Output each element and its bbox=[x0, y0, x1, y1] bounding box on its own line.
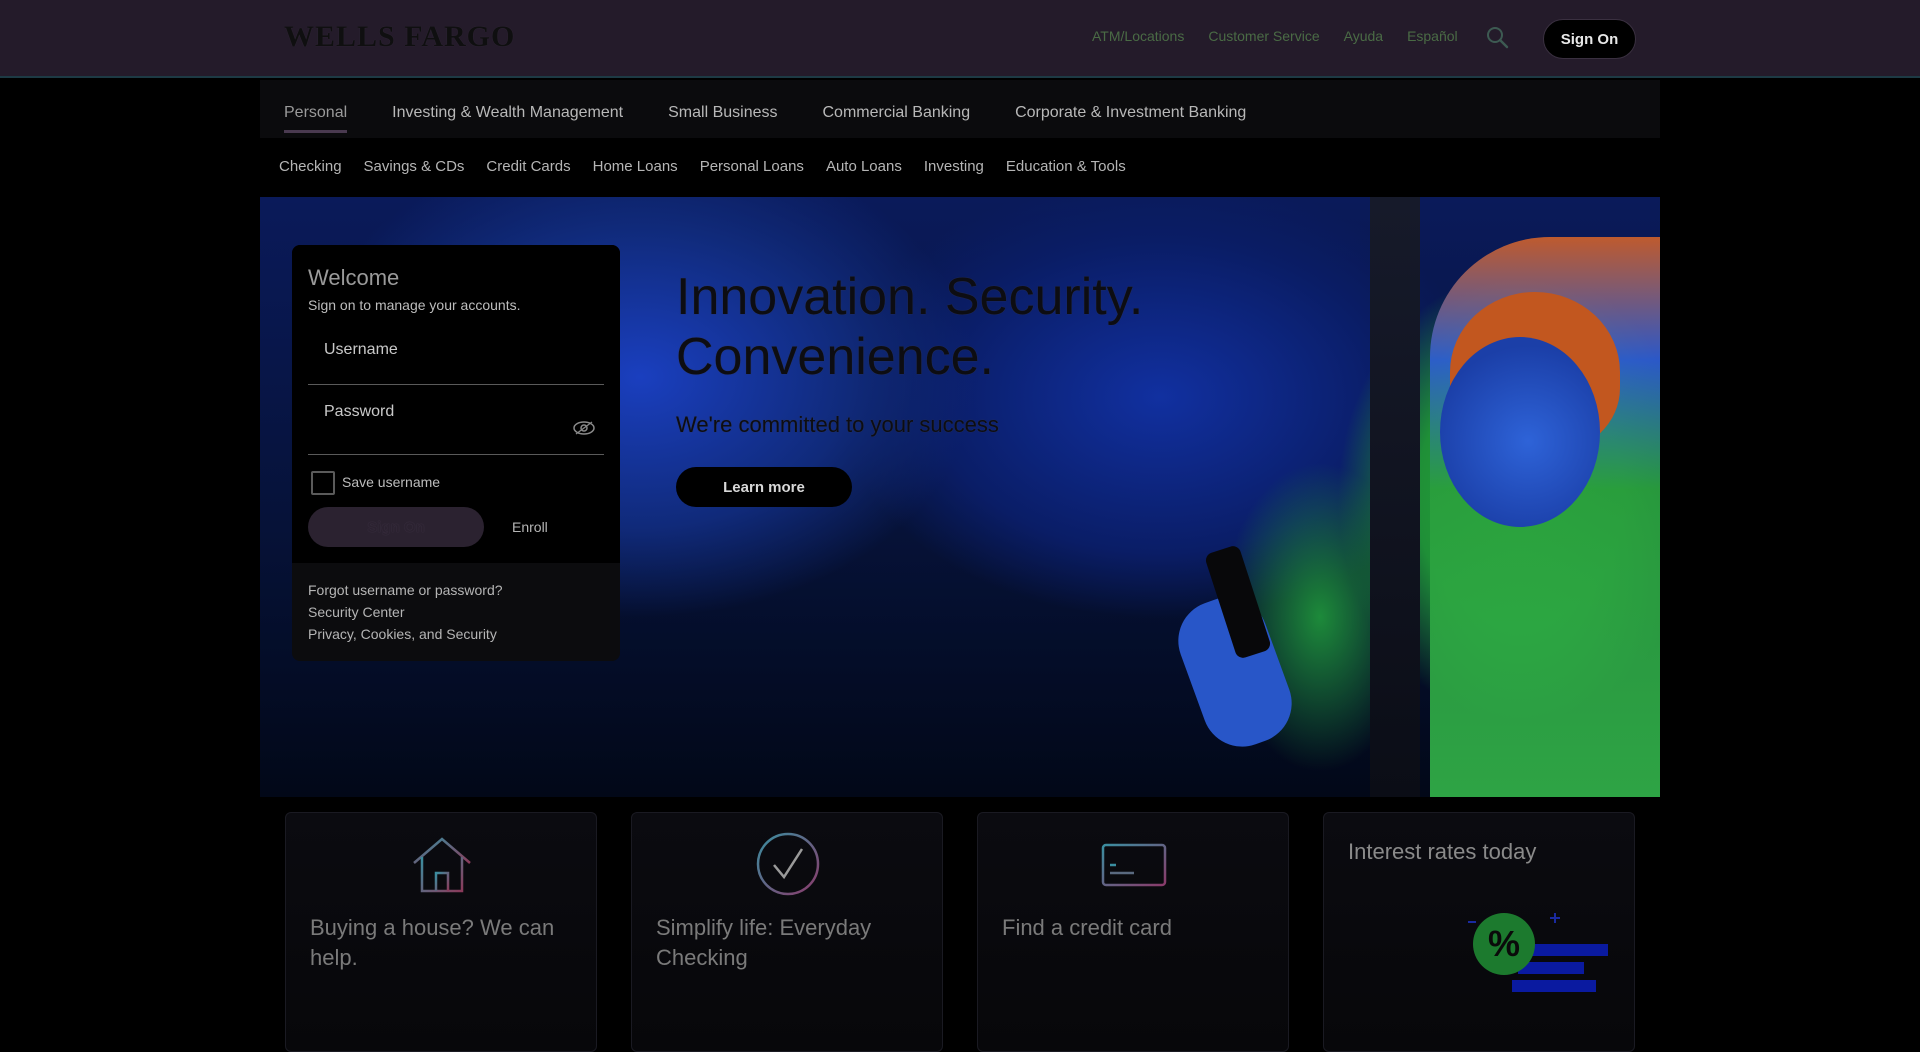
tile-credit-card[interactable]: Find a credit card bbox=[977, 812, 1289, 1052]
hero-face-image bbox=[1440, 337, 1600, 527]
eye-icon[interactable] bbox=[572, 419, 596, 437]
tile-interest-rates-title: Interest rates today bbox=[1348, 839, 1537, 864]
main-nav: Personal Investing & Wealth Management S… bbox=[260, 80, 1660, 138]
top-header: WELLS FARGO ATM/Locations Customer Servi… bbox=[0, 0, 1920, 78]
password-field[interactable]: Password bbox=[308, 393, 604, 455]
main-nav-personal[interactable]: Personal bbox=[284, 104, 348, 133]
sign-on-button[interactable]: Sign On bbox=[308, 507, 484, 547]
welcome-subtitle: Sign on to manage your accounts. bbox=[308, 297, 521, 313]
hero-title-line-2: Convenience. bbox=[676, 328, 994, 386]
main-nav-investing-wealth[interactable]: Investing & Wealth Management bbox=[392, 104, 623, 122]
util-link-ayuda[interactable]: Ayuda bbox=[1344, 28, 1383, 44]
password-label: Password bbox=[324, 403, 395, 420]
sub-nav: Checking Savings & CDs Credit Cards Home… bbox=[260, 140, 1660, 196]
percent-icon: % bbox=[1468, 913, 1608, 992]
tile-everyday-checking-text: Simplify life: Everyday Checking bbox=[656, 915, 872, 970]
main-nav-commercial-banking[interactable]: Commercial Banking bbox=[822, 104, 970, 122]
credit-card-icon bbox=[1101, 843, 1167, 887]
sign-on-card: Welcome Sign on to manage your accounts.… bbox=[292, 245, 620, 661]
sub-nav-investing[interactable]: Investing bbox=[924, 158, 984, 175]
wells-fargo-logo[interactable]: WELLS FARGO bbox=[284, 20, 515, 54]
sub-nav-savings-cds[interactable]: Savings & CDs bbox=[364, 158, 465, 175]
hero-subtitle: We're committed to your success bbox=[676, 412, 999, 437]
sign-on-help-links: Forgot username or password? Security Ce… bbox=[308, 579, 503, 645]
search-icon[interactable] bbox=[1484, 24, 1510, 50]
sub-nav-auto-loans[interactable]: Auto Loans bbox=[826, 158, 902, 175]
tile-interest-rates[interactable]: Interest rates today % bbox=[1323, 812, 1635, 1052]
sign-on-form: Welcome Sign on to manage your accounts.… bbox=[292, 245, 620, 563]
utility-nav: ATM/Locations Customer Service Ayuda Esp… bbox=[1092, 28, 1482, 44]
sub-nav-personal-loans[interactable]: Personal Loans bbox=[700, 158, 804, 175]
welcome-heading: Welcome bbox=[308, 265, 400, 290]
util-link-atm-locations[interactable]: ATM/Locations bbox=[1092, 28, 1184, 44]
hero-title: Innovation. Security. Convenience. bbox=[676, 267, 1143, 387]
main-nav-small-business[interactable]: Small Business bbox=[668, 104, 777, 122]
main-nav-corporate-investment[interactable]: Corporate & Investment Banking bbox=[1015, 104, 1246, 122]
sub-nav-checking[interactable]: Checking bbox=[279, 158, 342, 175]
username-label: Username bbox=[324, 341, 398, 358]
sub-nav-credit-cards[interactable]: Credit Cards bbox=[486, 158, 570, 175]
tile-everyday-checking[interactable]: Simplify life: Everyday Checking bbox=[631, 812, 943, 1052]
save-username-label[interactable]: Save username bbox=[342, 474, 440, 490]
tile-credit-card-text: Find a credit card bbox=[1002, 915, 1172, 940]
save-username-checkbox[interactable] bbox=[311, 471, 335, 495]
privacy-link[interactable]: Privacy, Cookies, and Security bbox=[308, 623, 503, 645]
checkmark-circle-icon bbox=[756, 832, 820, 896]
util-link-customer-service[interactable]: Customer Service bbox=[1208, 28, 1319, 44]
svg-text:%: % bbox=[1488, 923, 1520, 964]
learn-more-button[interactable]: Learn more bbox=[676, 467, 852, 507]
tile-buying-house[interactable]: Buying a house? We can help. bbox=[285, 812, 597, 1052]
username-field[interactable]: Username bbox=[308, 331, 604, 385]
header-sign-on-button[interactable]: Sign On bbox=[1543, 19, 1636, 59]
enroll-link[interactable]: Enroll bbox=[512, 519, 548, 535]
hero-title-line-1: Innovation. Security. bbox=[676, 268, 1144, 326]
util-link-espanol[interactable]: Español bbox=[1407, 28, 1458, 44]
sub-nav-education-tools[interactable]: Education & Tools bbox=[1006, 158, 1126, 175]
security-center-link[interactable]: Security Center bbox=[308, 601, 503, 623]
house-icon bbox=[413, 837, 471, 893]
sub-nav-home-loans[interactable]: Home Loans bbox=[593, 158, 678, 175]
tile-buying-house-text: Buying a house? We can help. bbox=[310, 915, 555, 970]
forgot-username-link[interactable]: Forgot username or password? bbox=[308, 579, 503, 601]
hero-window-frame bbox=[1370, 197, 1420, 797]
